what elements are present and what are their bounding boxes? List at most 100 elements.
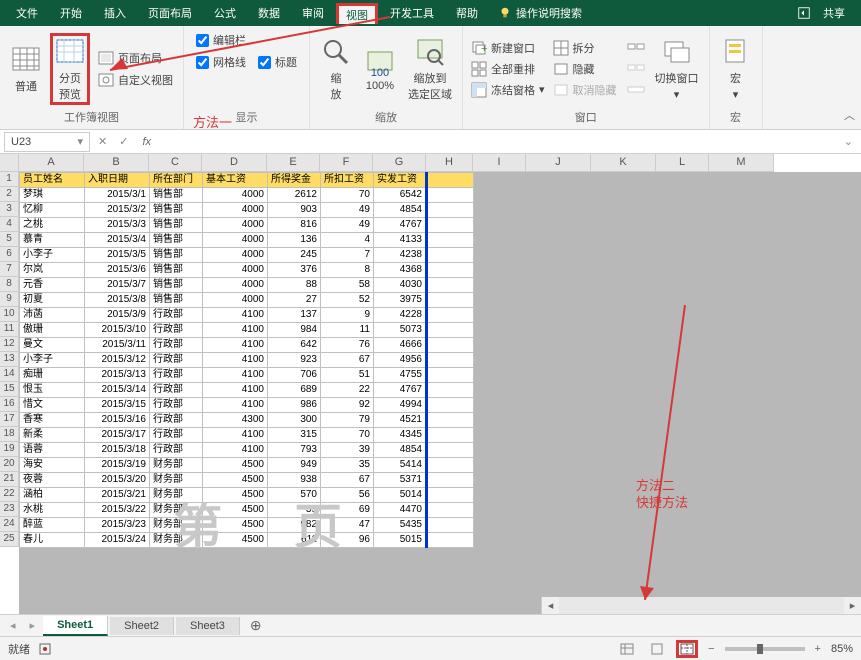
cells-area[interactable]: 员工姓名入职日期所在部门基本工资所得奖金所扣工资实发工资梦琪2015/3/1销售… xyxy=(19,172,861,614)
cell[interactable]: 4100 xyxy=(203,323,268,338)
cell[interactable]: 4228 xyxy=(374,308,427,323)
cell[interactable]: 4470 xyxy=(374,503,427,518)
cell[interactable]: 财务部 xyxy=(150,473,203,488)
cell[interactable]: 海安 xyxy=(20,458,85,473)
header-cell[interactable]: 员工姓名 xyxy=(20,173,85,188)
cell[interactable]: 4956 xyxy=(374,353,427,368)
cell[interactable]: 39 xyxy=(321,443,374,458)
header-cell[interactable]: 基本工资 xyxy=(203,173,268,188)
check-formula-bar[interactable]: 编辑栏 xyxy=(196,32,246,48)
cell[interactable]: 2015/3/23 xyxy=(85,518,150,533)
add-sheet-button[interactable]: ⊕ xyxy=(242,617,270,634)
cell[interactable]: 惜文 xyxy=(20,398,85,413)
cell[interactable]: 财务部 xyxy=(150,518,203,533)
cell[interactable]: 49 xyxy=(321,218,374,233)
zoom-slider[interactable] xyxy=(725,647,805,651)
cell[interactable]: 67 xyxy=(321,473,374,488)
cell[interactable]: 88 xyxy=(268,278,321,293)
cell[interactable]: 245 xyxy=(268,248,321,263)
col-header-F[interactable]: F xyxy=(320,154,373,171)
cell[interactable]: 903 xyxy=(268,203,321,218)
zoom-out-button[interactable]: − xyxy=(706,643,716,655)
row-header-11[interactable]: 11 xyxy=(0,322,19,337)
expand-formula-bar-button[interactable]: ⌄ xyxy=(840,135,857,148)
cell[interactable]: 570 xyxy=(268,488,321,503)
collapse-ribbon-button[interactable]: ︿ xyxy=(844,107,855,123)
cell[interactable]: 51 xyxy=(321,368,374,383)
cell[interactable]: 4854 xyxy=(374,203,427,218)
row-header-23[interactable]: 23 xyxy=(0,502,19,517)
check-headings[interactable]: 标题 xyxy=(258,54,297,70)
cell[interactable]: 376 xyxy=(268,263,321,278)
cell[interactable]: 5435 xyxy=(374,518,427,533)
header-cell[interactable]: 所在部门 xyxy=(150,173,203,188)
cell[interactable]: 4300 xyxy=(203,413,268,428)
cell[interactable]: 5015 xyxy=(374,533,427,548)
cell[interactable]: 4767 xyxy=(374,218,427,233)
view-page-break-button[interactable]: 分页 预览 xyxy=(50,33,90,105)
cell[interactable]: 2612 xyxy=(268,188,321,203)
arrange-all-button[interactable]: 全部重排 xyxy=(471,61,545,77)
switch-windows-button[interactable]: 切换窗口 ▾ xyxy=(651,33,703,104)
cell[interactable]: 慕青 xyxy=(20,233,85,248)
tab-nav-prev[interactable]: ◂ xyxy=(4,619,22,632)
cell[interactable]: 7 xyxy=(321,248,374,263)
cell[interactable]: 行政部 xyxy=(150,443,203,458)
cell[interactable]: 涵柏 xyxy=(20,488,85,503)
cell[interactable]: 4133 xyxy=(374,233,427,248)
cell[interactable]: 4368 xyxy=(374,263,427,278)
row-header-22[interactable]: 22 xyxy=(0,487,19,502)
cell[interactable]: 4500 xyxy=(203,518,268,533)
column-headers[interactable]: ABCDEFGHIJKLM xyxy=(19,154,774,172)
cell[interactable]: 4030 xyxy=(374,278,427,293)
tab-page-layout[interactable]: 页面布局 xyxy=(138,1,202,25)
freeze-panes-button[interactable]: 冻结窗格▾ xyxy=(471,82,545,98)
cell[interactable]: 4000 xyxy=(203,188,268,203)
cell[interactable]: 611 xyxy=(268,533,321,548)
cell[interactable]: 2015/3/1 xyxy=(85,188,150,203)
cell[interactable]: 315 xyxy=(268,428,321,443)
cell[interactable]: 行政部 xyxy=(150,338,203,353)
zoom-100-button[interactable]: 100 100% xyxy=(360,43,400,95)
cell[interactable]: 4100 xyxy=(203,443,268,458)
row-header-6[interactable]: 6 xyxy=(0,247,19,262)
row-header-25[interactable]: 25 xyxy=(0,532,19,547)
cell[interactable]: 4767 xyxy=(374,383,427,398)
sheet-tab-2[interactable]: Sheet2 xyxy=(110,617,174,635)
zoom-in-button[interactable]: + xyxy=(813,643,823,655)
cell[interactable]: 9 xyxy=(321,308,374,323)
cell[interactable]: 2015/3/13 xyxy=(85,368,150,383)
hide-button[interactable]: 隐藏 xyxy=(553,61,617,77)
cell[interactable]: 69 xyxy=(321,503,374,518)
tab-help[interactable]: 帮助 xyxy=(446,1,488,25)
cell[interactable]: 元香 xyxy=(20,278,85,293)
cell[interactable]: 2015/3/12 xyxy=(85,353,150,368)
row-header-9[interactable]: 9 xyxy=(0,292,19,307)
row-headers[interactable]: 1234567891011121314151617181920212223242… xyxy=(0,172,19,547)
cell[interactable]: 58 xyxy=(321,278,374,293)
cell[interactable]: 22 xyxy=(321,383,374,398)
cell[interactable]: 2015/3/18 xyxy=(85,443,150,458)
cell[interactable]: 行政部 xyxy=(150,353,203,368)
cell[interactable]: 4345 xyxy=(374,428,427,443)
cell[interactable]: 4755 xyxy=(374,368,427,383)
col-header-B[interactable]: B xyxy=(84,154,149,171)
cell[interactable]: 4500 xyxy=(203,458,268,473)
cell[interactable]: 4100 xyxy=(203,383,268,398)
tab-insert[interactable]: 插入 xyxy=(94,1,136,25)
select-all-corner[interactable] xyxy=(0,154,19,172)
cell[interactable]: 2015/3/17 xyxy=(85,428,150,443)
cell[interactable]: 92 xyxy=(321,398,374,413)
zoom-selection-button[interactable]: 缩放到 选定区域 xyxy=(404,33,456,105)
zoom-button[interactable]: 缩 放 xyxy=(316,33,356,105)
cell[interactable]: 财务部 xyxy=(150,503,203,518)
cell[interactable]: 4100 xyxy=(203,308,268,323)
col-header-D[interactable]: D xyxy=(202,154,267,171)
new-window-button[interactable]: +新建窗口 xyxy=(471,40,545,56)
cell[interactable]: 2015/3/7 xyxy=(85,278,150,293)
cell[interactable]: 2015/3/22 xyxy=(85,503,150,518)
cell[interactable]: 6542 xyxy=(374,188,427,203)
cell[interactable]: 2015/3/14 xyxy=(85,383,150,398)
cell[interactable]: 2015/3/6 xyxy=(85,263,150,278)
cell[interactable]: 销售部 xyxy=(150,263,203,278)
